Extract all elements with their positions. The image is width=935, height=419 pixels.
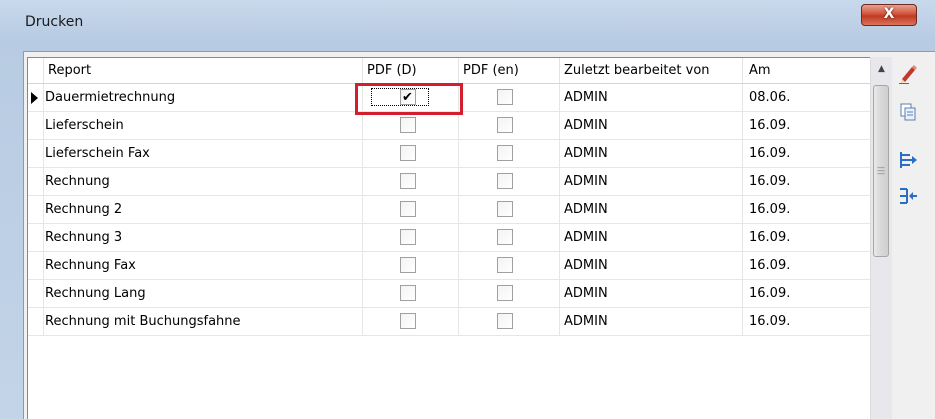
pdf-en-cell xyxy=(459,280,560,307)
column-header-edited-by[interactable]: Zuletzt bearbeitet von xyxy=(560,58,743,83)
date-cell[interactable]: 16.09. xyxy=(743,280,870,307)
pdf-en-cell xyxy=(459,84,560,111)
export-right-icon[interactable] xyxy=(898,150,918,170)
pdf-en-cell xyxy=(459,196,560,223)
edited-by-cell[interactable]: ADMIN xyxy=(560,168,743,195)
edited-by-cell[interactable]: ADMIN xyxy=(560,140,743,167)
edited-by-cell[interactable]: ADMIN xyxy=(560,112,743,139)
report-name-cell[interactable]: Rechnung 3 xyxy=(44,224,363,251)
pdf-en-checkbox[interactable] xyxy=(497,313,513,329)
pdf-d-cell xyxy=(363,140,459,167)
right-toolbar xyxy=(892,57,922,419)
pdf-d-checkbox[interactable] xyxy=(400,229,416,245)
pdf-d-cell xyxy=(363,224,459,251)
date-cell[interactable]: 16.09. xyxy=(743,308,870,335)
date-cell[interactable]: 08.06. xyxy=(743,84,870,111)
table-row[interactable]: Lieferschein ADMIN 16.09. xyxy=(28,112,870,140)
column-header-date[interactable]: Am xyxy=(743,58,870,83)
table-row[interactable]: Lieferschein Fax ADMIN 16.09. xyxy=(28,140,870,168)
pdf-en-cell xyxy=(459,308,560,335)
pdf-d-cell xyxy=(363,112,459,139)
row-indicator[interactable] xyxy=(28,140,44,167)
row-indicator[interactable] xyxy=(28,112,44,139)
pdf-d-checkbox[interactable] xyxy=(400,117,416,133)
report-name-cell[interactable]: Lieferschein Fax xyxy=(44,140,363,167)
scrollbar-thumb[interactable]: — — — xyxy=(873,85,889,257)
table-row[interactable]: Rechnung mit Buchungsfahne ADMIN 16.09. xyxy=(28,308,870,336)
pdf-d-cell xyxy=(363,252,459,279)
table-row[interactable]: Rechnung 2 ADMIN 16.09. xyxy=(28,196,870,224)
column-header-pdf-en[interactable]: PDF (en) xyxy=(459,58,560,83)
grid-header: Report PDF (D) PDF (en) Zuletzt bearbeit… xyxy=(28,58,870,84)
report-name-cell[interactable]: Dauermietrechnung xyxy=(44,84,363,111)
date-cell[interactable]: 16.09. xyxy=(743,140,870,167)
row-indicator[interactable] xyxy=(28,168,44,195)
date-cell[interactable]: 16.09. xyxy=(743,112,870,139)
pdf-d-checkbox[interactable] xyxy=(400,201,416,217)
column-header-report[interactable]: Report xyxy=(44,58,363,83)
highlight-box xyxy=(355,83,463,115)
pdf-en-checkbox[interactable] xyxy=(497,229,513,245)
pdf-d-cell xyxy=(363,168,459,195)
header-indicator xyxy=(28,58,44,83)
report-name-cell[interactable]: Lieferschein xyxy=(44,112,363,139)
pdf-d-checkbox[interactable] xyxy=(400,145,416,161)
pdf-en-cell xyxy=(459,140,560,167)
pdf-d-checkbox[interactable] xyxy=(400,285,416,301)
pdf-d-cell xyxy=(363,308,459,335)
current-row-arrow-icon xyxy=(31,92,38,104)
report-name-cell[interactable]: Rechnung Lang xyxy=(44,280,363,307)
pdf-d-checkbox[interactable] xyxy=(400,313,416,329)
date-cell[interactable]: 16.09. xyxy=(743,196,870,223)
edited-by-cell[interactable]: ADMIN xyxy=(560,308,743,335)
pdf-en-cell xyxy=(459,112,560,139)
row-indicator[interactable] xyxy=(28,252,44,279)
report-name-cell[interactable]: Rechnung mit Buchungsfahne xyxy=(44,308,363,335)
table-row[interactable]: Rechnung 3 ADMIN 16.09. xyxy=(28,224,870,252)
row-indicator[interactable] xyxy=(28,196,44,223)
date-cell[interactable]: 16.09. xyxy=(743,252,870,279)
column-header-pdf-d[interactable]: PDF (D) xyxy=(363,58,459,83)
edited-by-cell[interactable]: ADMIN xyxy=(560,196,743,223)
edited-by-cell[interactable]: ADMIN xyxy=(560,252,743,279)
pdf-d-checkbox[interactable] xyxy=(400,173,416,189)
vertical-scrollbar[interactable]: ▲ — — — xyxy=(870,57,892,419)
dialog-title: Drucken xyxy=(25,14,84,30)
copy-icon[interactable] xyxy=(898,102,918,122)
pdf-en-checkbox[interactable] xyxy=(497,257,513,273)
pdf-en-checkbox[interactable] xyxy=(497,145,513,161)
pdf-en-checkbox[interactable] xyxy=(497,285,513,301)
edit-pencil-icon[interactable] xyxy=(898,64,918,84)
scroll-grip-icon: — — — xyxy=(877,163,885,178)
pdf-en-checkbox[interactable] xyxy=(497,173,513,189)
pdf-en-cell xyxy=(459,224,560,251)
table-row[interactable]: Rechnung Lang ADMIN 16.09. xyxy=(28,280,870,308)
pdf-en-checkbox[interactable] xyxy=(497,117,513,133)
table-row[interactable]: Rechnung Fax ADMIN 16.09. xyxy=(28,252,870,280)
pdf-en-checkbox[interactable] xyxy=(497,201,513,217)
edited-by-cell[interactable]: ADMIN xyxy=(560,224,743,251)
row-indicator[interactable] xyxy=(28,280,44,307)
table-row[interactable]: Rechnung ADMIN 16.09. xyxy=(28,168,870,196)
report-name-cell[interactable]: Rechnung Fax xyxy=(44,252,363,279)
row-indicator[interactable] xyxy=(28,308,44,335)
edited-by-cell[interactable]: ADMIN xyxy=(560,84,743,111)
date-cell[interactable]: 16.09. xyxy=(743,168,870,195)
pdf-d-checkbox[interactable] xyxy=(400,257,416,273)
scroll-up-arrow-icon[interactable]: ▲ xyxy=(871,59,892,79)
pdf-d-cell xyxy=(363,196,459,223)
close-button[interactable]: X xyxy=(861,4,917,26)
pdf-en-checkbox[interactable] xyxy=(497,89,513,105)
pdf-en-cell xyxy=(459,252,560,279)
report-name-cell[interactable]: Rechnung xyxy=(44,168,363,195)
row-indicator[interactable] xyxy=(28,224,44,251)
row-indicator[interactable] xyxy=(28,84,44,111)
date-cell[interactable]: 16.09. xyxy=(743,224,870,251)
edited-by-cell[interactable]: ADMIN xyxy=(560,280,743,307)
import-left-icon[interactable] xyxy=(898,186,918,206)
pdf-en-cell xyxy=(459,168,560,195)
report-name-cell[interactable]: Rechnung 2 xyxy=(44,196,363,223)
pdf-d-cell xyxy=(363,280,459,307)
